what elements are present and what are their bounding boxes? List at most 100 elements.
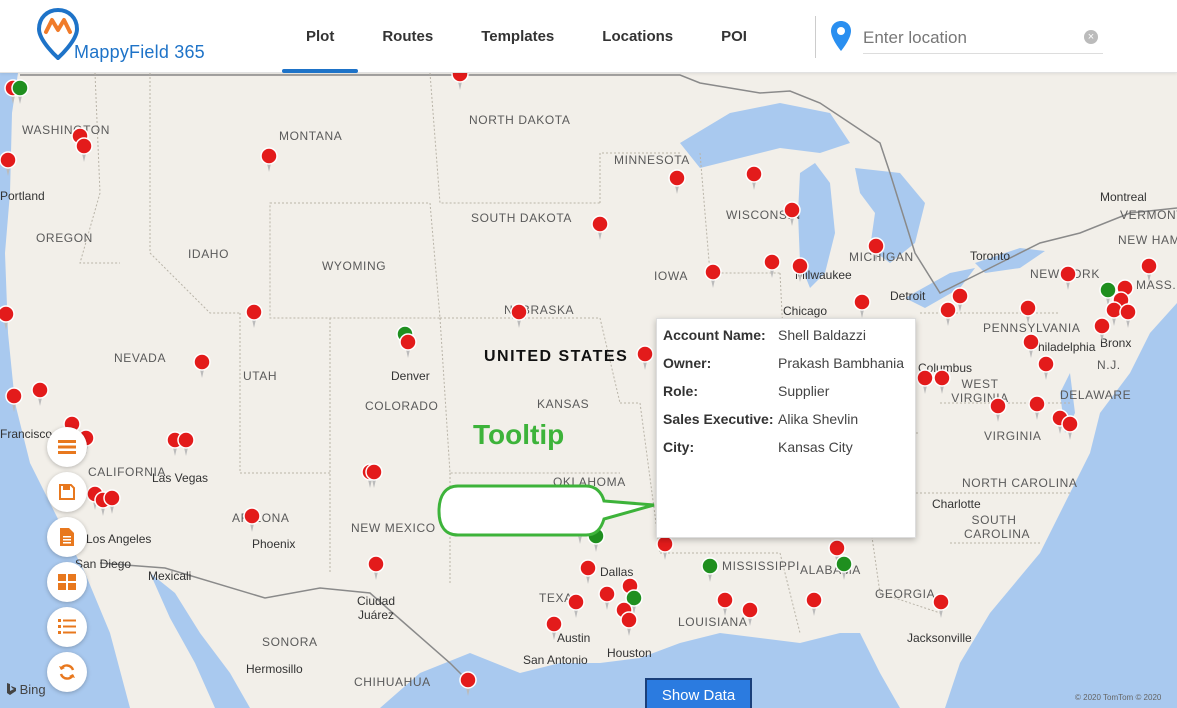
nav-divider (815, 16, 816, 58)
label-kansas: KANSAS (537, 397, 590, 411)
label-new-mexico: NEW MEXICO (351, 521, 436, 535)
city-detroit: Detroit (890, 289, 926, 303)
map-pin-red-icon[interactable] (0, 305, 15, 331)
map-pin-red-icon[interactable] (867, 237, 885, 263)
map-pin-red-icon[interactable] (636, 345, 654, 371)
show-data-button[interactable]: Show Data (645, 678, 752, 708)
map-pin-red-icon[interactable] (245, 303, 263, 329)
map-pin-red-icon[interactable] (591, 215, 609, 241)
map-pin-red-icon[interactable] (620, 611, 638, 637)
tab-locations[interactable]: Locations (578, 0, 697, 73)
tooltip-value: Shell Baldazzi (778, 327, 866, 343)
map-pin-red-icon[interactable] (103, 489, 121, 515)
city-mexicali: Mexicali (148, 569, 192, 583)
map-pin-green-icon[interactable] (835, 555, 853, 581)
city-san-diego: San Diego (75, 557, 132, 571)
map-pin-red-icon[interactable] (598, 585, 616, 611)
map-pin-red-icon[interactable] (545, 615, 563, 641)
tooltip-key: Sales Executive: (663, 411, 774, 427)
map-pin-red-icon[interactable] (399, 333, 417, 359)
map-pin-red-icon[interactable] (932, 593, 950, 619)
map-pin-red-icon[interactable] (75, 137, 93, 163)
map-pin-red-icon[interactable] (656, 535, 674, 561)
tooltip-value: Kansas City (778, 439, 853, 455)
map-pin-red-icon[interactable] (31, 381, 49, 407)
grid-icon[interactable] (47, 562, 87, 602)
map-pin-red-icon[interactable] (741, 601, 759, 627)
map-pin-red-icon[interactable] (1119, 303, 1137, 329)
city-san-antonio: San Antonio (523, 653, 588, 667)
map-pin-red-icon[interactable] (459, 671, 477, 697)
tooltip-row-city: City: Kansas City (663, 437, 909, 457)
map-pin-red-icon[interactable] (791, 257, 809, 283)
label-sonora: SONORA (262, 635, 318, 649)
location-search-input[interactable] (863, 22, 1103, 54)
map-pin-red-icon[interactable] (177, 431, 195, 457)
refresh-icon[interactable] (47, 652, 87, 692)
tab-templates[interactable]: Templates (457, 0, 578, 73)
checklist-icon[interactable] (47, 607, 87, 647)
map-pin-red-icon[interactable] (579, 559, 597, 585)
tab-routes[interactable]: Routes (358, 0, 457, 73)
tooltip-value: Alika Shevlin (778, 411, 859, 427)
map-pin-green-icon[interactable] (11, 79, 29, 105)
map-pin-red-icon[interactable] (365, 463, 383, 489)
save-icon[interactable] (47, 472, 87, 512)
city-ciudad-juarez: Ciudad Juárez (356, 594, 396, 622)
map-pin-red-icon[interactable] (783, 201, 801, 227)
label-nj: N.J. (1097, 358, 1121, 372)
map-pin-red-icon[interactable] (853, 293, 871, 319)
app-title: MappyField 365 (74, 42, 205, 62)
map-canvas[interactable]: WASHINGTON MONTANA NORTH DAKOTA MINNESOT… (0, 73, 1177, 708)
tooltip-row-owner: Owner: Prakash Bambhania (663, 353, 909, 373)
label-nevada: NEVADA (114, 351, 167, 365)
map-pin-red-icon[interactable] (243, 507, 261, 533)
map-pin-red-icon[interactable] (933, 369, 951, 395)
map-pin-red-icon[interactable] (1061, 415, 1079, 441)
map-pin-red-icon[interactable] (367, 555, 385, 581)
city-hermosillo: Hermosillo (246, 662, 303, 676)
map-pin-red-icon[interactable] (567, 593, 585, 619)
account-tooltip: Account Name: Shell Baldazzi Owner: Prak… (656, 318, 916, 538)
map-pin-red-icon[interactable] (193, 353, 211, 379)
map-pin-red-icon[interactable] (704, 263, 722, 289)
map-pin-red-icon[interactable] (745, 165, 763, 191)
map-pin-red-icon[interactable] (1037, 355, 1055, 381)
tooltip-row-sales-exec: Sales Executive: Alika Shevlin (663, 409, 909, 429)
label-virginia: VIRGINIA (984, 429, 1042, 443)
map-pin-red-icon[interactable] (451, 73, 469, 91)
clear-icon[interactable]: × (1084, 30, 1098, 44)
map-pin-red-icon[interactable] (805, 591, 823, 617)
tab-poi[interactable]: POI (697, 0, 771, 73)
app-logo[interactable]: MappyField 365 (36, 8, 226, 66)
label-united-states: UNITED STATES (484, 348, 629, 365)
label-iowa: IOWA (654, 269, 688, 283)
map-pin-red-icon[interactable] (763, 253, 781, 279)
label-new-hamp: NEW HAMP (1118, 233, 1177, 247)
label-delaware: DELAWARE (1060, 388, 1132, 402)
map-pin-red-icon[interactable] (1093, 317, 1111, 343)
map-pin-red-icon[interactable] (510, 303, 528, 329)
map-pin-red-icon[interactable] (1028, 395, 1046, 421)
map-pin-red-icon[interactable] (939, 301, 957, 327)
label-north-carolina: NORTH CAROLINA (962, 476, 1078, 490)
tooltip-row-account: Account Name: Shell Baldazzi (663, 325, 909, 345)
map-pin-red-icon[interactable] (5, 387, 23, 413)
map-pin-red-icon[interactable] (989, 397, 1007, 423)
map-pin-red-icon[interactable] (716, 591, 734, 617)
tab-plot[interactable]: Plot (282, 0, 359, 73)
map-pin-red-icon[interactable] (916, 369, 934, 395)
map-pin-green-icon[interactable] (701, 557, 719, 583)
map-pin-red-icon[interactable] (1059, 265, 1077, 291)
label-georgia: GEORGIA (875, 587, 936, 601)
list-icon[interactable] (47, 427, 87, 467)
document-icon[interactable] (47, 517, 87, 557)
map-pin-red-icon[interactable] (1140, 257, 1158, 283)
map-pin-red-icon[interactable] (260, 147, 278, 173)
map-pin-red-icon[interactable] (668, 169, 686, 195)
app-header: MappyField 365 Plot Routes Templates Loc… (0, 0, 1177, 73)
city-jacksonville: Jacksonville (907, 631, 972, 645)
city-denver: Denver (391, 369, 430, 383)
map-pin-red-icon[interactable] (0, 151, 17, 177)
map-pin-red-icon[interactable] (1019, 299, 1037, 325)
